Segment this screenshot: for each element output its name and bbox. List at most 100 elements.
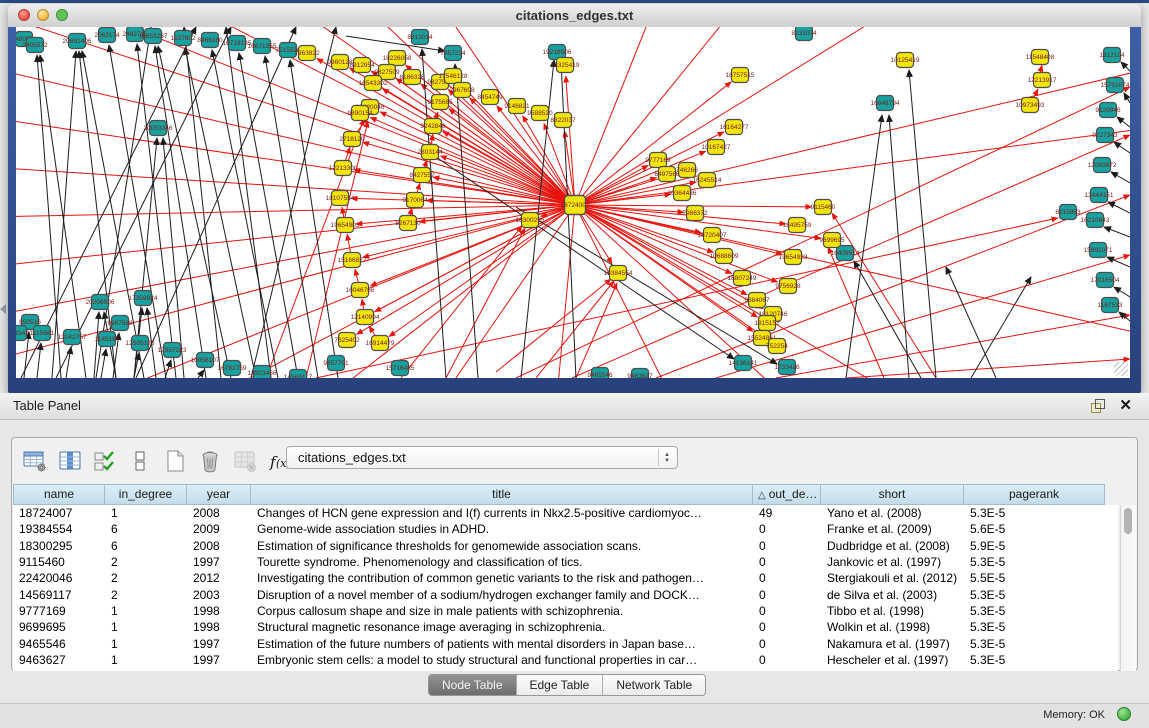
table-cell[interactable]: 2008	[187, 506, 251, 520]
table-cell[interactable]: Wolkin et al. (1998)	[821, 620, 964, 634]
network-canvas[interactable]: 2480554240557220691406206317424637191065…	[16, 27, 1130, 378]
table-settings-icon[interactable]	[22, 448, 48, 474]
table-cell[interactable]: 5.6E-5	[964, 522, 1105, 536]
table-cell[interactable]: 5.3E-5	[964, 604, 1105, 618]
tab-node-table[interactable]: Node Table	[429, 675, 517, 695]
table-cell[interactable]: 0	[753, 620, 821, 634]
table-cell[interactable]: 9777169	[13, 604, 105, 618]
table-cell[interactable]: 1	[105, 604, 187, 618]
table-cell[interactable]: Genome-wide association studies in ADHD.	[251, 522, 753, 536]
table-cell[interactable]: 2012	[187, 571, 251, 585]
table-cell[interactable]: 5.3E-5	[964, 653, 1105, 667]
close-window-button[interactable]	[18, 9, 30, 21]
table-row[interactable]: 1872400712008Changes of HCN gene express…	[13, 505, 1118, 521]
panel-collapse-arrow[interactable]	[0, 304, 6, 314]
scrollbar-thumb[interactable]	[1124, 508, 1132, 534]
table-cell[interactable]: Yano et al. (2008)	[821, 506, 964, 520]
window-titlebar[interactable]: citations_edges.txt	[8, 4, 1141, 28]
table-cell[interactable]: 1997	[187, 653, 251, 667]
table-cell[interactable]: 0	[753, 571, 821, 585]
column-header-out_de[interactable]: △out_de…	[753, 484, 821, 505]
new-table-icon[interactable]	[162, 448, 188, 474]
close-panel-icon[interactable]: ✕	[1119, 396, 1132, 414]
table-cell[interactable]: Embryonic stem cells: a model to study s…	[251, 653, 753, 667]
table-cell[interactable]: 0	[753, 555, 821, 569]
show-columns-icon[interactable]	[57, 448, 83, 474]
table-cell[interactable]: 1	[105, 506, 187, 520]
table-cell[interactable]: 5.3E-5	[964, 620, 1105, 634]
table-cell[interactable]: Nakamura et al. (1997)	[821, 637, 964, 651]
resize-grip-icon[interactable]	[1114, 362, 1128, 376]
table-cell[interactable]: 5.5E-5	[964, 571, 1105, 585]
delete-table-disabled-icon[interactable]	[232, 448, 258, 474]
table-row[interactable]: 2242004622012Investigating the contribut…	[13, 570, 1118, 586]
table-cell[interactable]: 6	[105, 539, 187, 553]
table-cell[interactable]: 0	[753, 522, 821, 536]
table-cell[interactable]: Estimation of significance thresholds fo…	[251, 539, 753, 553]
table-row[interactable]: 1938455462009Genome-wide association stu…	[13, 521, 1118, 537]
table-cell[interactable]: Changes of HCN gene expression and I(f) …	[251, 506, 753, 520]
table-cell[interactable]: Disruption of a novel member of a sodium…	[251, 588, 753, 602]
table-row[interactable]: 911546021997Tourette syndrome. Phenomeno…	[13, 554, 1118, 570]
memory-status-icon[interactable]	[1117, 707, 1131, 721]
minimize-window-button[interactable]	[37, 9, 49, 21]
table-cell[interactable]: Stergiakouli et al. (2012)	[821, 571, 964, 585]
table-cell[interactable]: 2009	[187, 522, 251, 536]
table-row[interactable]: 969969511998Structural magnetic resonanc…	[13, 619, 1118, 635]
table-cell[interactable]: 2003	[187, 588, 251, 602]
table-cell[interactable]: Tourette syndrome. Phenomenology and cla…	[251, 555, 753, 569]
table-selector-dropdown[interactable]: citations_edges.txt ▲▼	[286, 446, 678, 469]
table-cell[interactable]: 5.3E-5	[964, 555, 1105, 569]
column-header-title[interactable]: title	[251, 484, 753, 505]
table-cell[interactable]: 22420046	[13, 571, 105, 585]
table-cell[interactable]: Franke et al. (2009)	[821, 522, 964, 536]
vertical-scrollbar[interactable]	[1120, 505, 1136, 671]
table-cell[interactable]: Corpus callosum shape and size in male p…	[251, 604, 753, 618]
column-header-in_degree[interactable]: in_degree	[105, 484, 187, 505]
column-header-year[interactable]: year	[187, 484, 251, 505]
table-cell[interactable]: 1998	[187, 620, 251, 634]
table-cell[interactable]: 1998	[187, 604, 251, 618]
tab-edge-table[interactable]: Edge Table	[517, 675, 604, 695]
column-header-name[interactable]: name	[13, 484, 105, 505]
table-cell[interactable]: 9115460	[13, 555, 105, 569]
table-cell[interactable]: 0	[753, 588, 821, 602]
table-row[interactable]: 946362711997Embryonic stem cells: a mode…	[13, 652, 1118, 668]
network-view-window[interactable]: citations_edges.txt 24805542405572206914…	[8, 4, 1141, 393]
table-cell[interactable]: 18300295	[13, 539, 105, 553]
table-cell[interactable]: 19384554	[13, 522, 105, 536]
select-columns-icon[interactable]	[92, 448, 118, 474]
table-cell[interactable]: Hescheler et al. (1997)	[821, 653, 964, 667]
table-cell[interactable]: 5.3E-5	[964, 506, 1105, 520]
citation-network-graph[interactable]: 2480554240557220691406206317424637191065…	[16, 27, 1130, 378]
table-row[interactable]: 1830029562008Estimation of significance …	[13, 538, 1118, 554]
table-row[interactable]: 977716911998Corpus callosum shape and si…	[13, 603, 1118, 619]
table-cell[interactable]: 2	[105, 588, 187, 602]
table-cell[interactable]: 0	[753, 604, 821, 618]
zoom-window-button[interactable]	[56, 9, 68, 21]
table-cell[interactable]: Tibbo et al. (1998)	[821, 604, 964, 618]
table-cell[interactable]: 0	[753, 539, 821, 553]
table-cell[interactable]: 14569117	[13, 588, 105, 602]
row-height-icon[interactable]	[127, 448, 153, 474]
table-cell[interactable]: de Silva et al. (2003)	[821, 588, 964, 602]
table-panel-titlebar[interactable]: Table Panel ✕	[0, 393, 1149, 420]
table-cell[interactable]: 1	[105, 653, 187, 667]
table-cell[interactable]: Dudbridge et al. (2008)	[821, 539, 964, 553]
table-cell[interactable]: 9699695	[13, 620, 105, 634]
table-cell[interactable]: Jankovic et al. (1997)	[821, 555, 964, 569]
column-header-pagerank[interactable]: pagerank	[964, 484, 1105, 505]
table-cell[interactable]: 18724007	[13, 506, 105, 520]
table-cell[interactable]: 2	[105, 571, 187, 585]
table-cell[interactable]: 0	[753, 637, 821, 651]
table-cell[interactable]: 2008	[187, 539, 251, 553]
float-panel-icon[interactable]	[1091, 399, 1105, 413]
table-cell[interactable]: 1997	[187, 555, 251, 569]
tab-network-table[interactable]: Network Table	[603, 675, 705, 695]
table-row[interactable]: 946554611997Estimation of the future num…	[13, 635, 1118, 651]
table-cell[interactable]: 5.9E-5	[964, 539, 1105, 553]
table-cell[interactable]: 2	[105, 555, 187, 569]
table-cell[interactable]: Estimation of the future numbers of pati…	[251, 637, 753, 651]
table-cell[interactable]: 1	[105, 637, 187, 651]
table-cell[interactable]: 5.3E-5	[964, 588, 1105, 602]
